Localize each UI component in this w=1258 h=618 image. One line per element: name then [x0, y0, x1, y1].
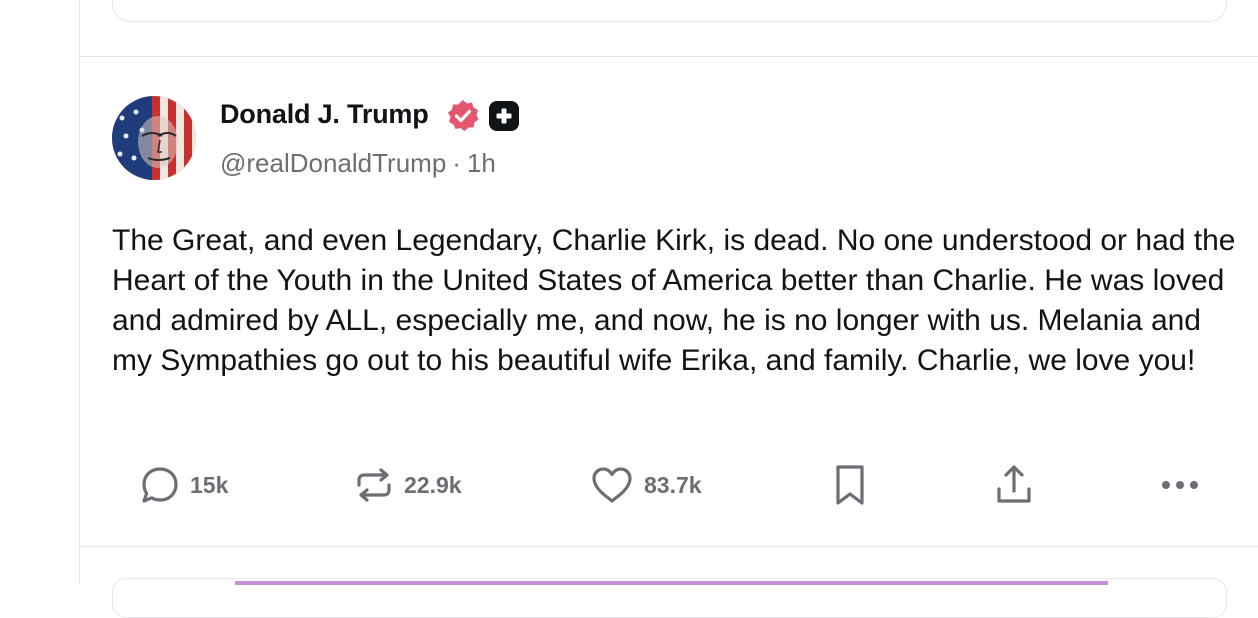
more-options-button[interactable]	[1158, 457, 1202, 513]
meta-separator: ·	[452, 148, 461, 178]
author-handle[interactable]: @realDonaldTrump	[220, 148, 446, 178]
share-button[interactable]	[994, 457, 1034, 513]
repost-count: 22.9k	[404, 471, 462, 498]
avatar[interactable]	[112, 96, 196, 180]
more-icon	[1162, 481, 1198, 489]
repost-icon	[357, 468, 391, 502]
next-post-media	[235, 581, 1108, 585]
previous-post-card	[112, 0, 1227, 22]
next-post-card	[112, 578, 1227, 618]
post-actions: 15k 22.9k 83.7k	[80, 457, 1258, 513]
reply-count: 15k	[190, 471, 229, 498]
share-icon	[997, 465, 1031, 503]
reply-button[interactable]: 15k	[140, 457, 228, 513]
post-divider	[80, 546, 1258, 547]
bookmark-icon	[836, 465, 864, 505]
author-name[interactable]: Donald J. Trump	[220, 99, 429, 130]
bookmark-button[interactable]	[830, 457, 870, 513]
plus-square-icon	[489, 101, 519, 131]
post-text: The Great, and even Legendary, Charlie K…	[112, 224, 1236, 377]
repost-button[interactable]: 22.9k	[354, 457, 462, 513]
post: Donald J. Trump @realDonaldTrump · 1h The …	[80, 57, 1258, 546]
like-button[interactable]: 83.7k	[590, 457, 702, 513]
comment-icon	[142, 467, 178, 503]
verified-seal-icon	[448, 100, 479, 131]
post-meta: @realDonaldTrump · 1h	[220, 148, 496, 179]
like-count: 83.7k	[644, 471, 702, 498]
heart-icon	[592, 467, 632, 503]
post-time[interactable]: 1h	[467, 148, 496, 178]
